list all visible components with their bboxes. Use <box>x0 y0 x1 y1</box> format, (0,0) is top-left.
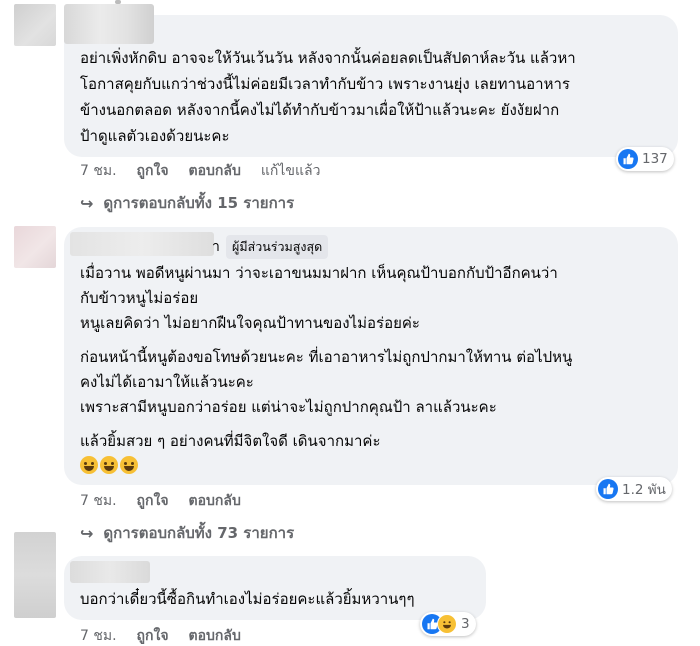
view-replies-label: ดูการตอบกลับทั้ง 15 รายการ <box>103 194 295 212</box>
comment-actions: 7 ชม. ถูกใจ ตอบกลับ <box>80 625 261 646</box>
comment-actions: 7 ชม. ถูกใจ ตอบกลับ แก้ไขแล้ว <box>80 160 340 182</box>
commenter-name-blurred[interactable] <box>70 232 214 256</box>
like-icon <box>598 479 618 499</box>
commenter-name-tail[interactable]: า <box>212 236 220 258</box>
avatar[interactable] <box>14 4 56 46</box>
avatar[interactable] <box>14 532 56 618</box>
reaction-summary[interactable]: 1.2 พัน <box>596 477 672 501</box>
emoji-row <box>80 456 140 478</box>
commenter-name-blurred[interactable] <box>70 561 150 583</box>
reply-arrow-icon: ↪ <box>80 523 94 543</box>
view-replies-label: ดูการตอบกลับทั้ง 73 รายการ <box>103 524 295 542</box>
grinning-face-icon <box>80 456 98 474</box>
comment-text-line: ข้างนอกตลอด หลังจากนี้คงไม่ได้ทำกับข้าวม… <box>80 101 560 119</box>
comment-text-line: โอกาสคุยกับแกว่าช่วงนี้ไม่ค่อยมีเวลาทำกั… <box>80 75 570 93</box>
reply-button[interactable]: ตอบกลับ <box>189 160 241 182</box>
view-replies-link[interactable]: ↪ ดูการตอบกลับทั้ง 15 รายการ <box>80 191 294 215</box>
grinning-face-icon <box>120 456 138 474</box>
reaction-count: 1.2 พัน <box>622 482 666 498</box>
reaction-summary[interactable]: 3 <box>420 612 476 636</box>
reaction-count: 137 <box>642 151 668 167</box>
like-button[interactable]: ถูกใจ <box>137 160 169 182</box>
comment-actions: 7 ชม. ถูกใจ ตอบกลับ <box>80 490 261 512</box>
reaction-count: 3 <box>461 616 470 632</box>
like-button[interactable]: ถูกใจ <box>137 490 169 512</box>
like-button[interactable]: ถูกใจ <box>137 625 169 646</box>
comment-text-line: ป้าดูแลตัวเองด้วยนะคะ <box>80 127 230 145</box>
comment-text-line: คงไม่ได้เอามาให้แล้วนะคะ <box>80 373 254 391</box>
grinning-face-icon <box>100 456 118 474</box>
reply-arrow-icon: ↪ <box>80 193 94 213</box>
comment-text-line: บอกว่าเดี๋ยวนี้ซื้อกินทำเองไม่อร่อยคะแล้… <box>80 590 415 608</box>
comment-text-line: แล้วยิ้มสวย ๆ อย่างคนที่มีจิตใจดี เดินจา… <box>80 432 381 450</box>
commenter-name-blurred[interactable] <box>64 4 154 44</box>
comment-text-line: เมื่อวาน พอดีหนูผ่านมา ว่าจะเอาขนมมาฝาก … <box>80 264 558 282</box>
comment-time[interactable]: 7 ชม. <box>80 160 117 182</box>
view-replies-link[interactable]: ↪ ดูการตอบกลับทั้ง 73 รายการ <box>80 521 294 545</box>
reply-button[interactable]: ตอบกลับ <box>189 625 241 646</box>
comment-time[interactable]: 7 ชม. <box>80 625 117 646</box>
comment-text-line: ก่อนหน้านี้หนูต้องขอโทษด้วยนะคะ ที่เอาอา… <box>80 348 573 366</box>
like-icon <box>618 149 638 169</box>
comment-text-line: อย่าเพิ่งหักดิบ อาจจะให้วันเว้นวัน หลังจ… <box>80 49 576 67</box>
comment-text-line: กับข้าวหนูไม่อร่อย <box>80 289 199 307</box>
reply-button[interactable]: ตอบกลับ <box>189 490 241 512</box>
top-fan-badge[interactable]: ผู้มีส่วนร่วมสูงสุด <box>226 235 329 259</box>
comment-text-line: เพราะสามีหนูบอกว่าอร่อย แต่น่าจะไม่ถูกปา… <box>80 398 497 416</box>
comment-time[interactable]: 7 ชม. <box>80 490 117 512</box>
comment-text-line: หนูเลยคิดว่า ไม่อยากฝืนใจคุณป้าทานของไม่… <box>80 314 420 332</box>
avatar[interactable] <box>14 226 56 268</box>
reaction-summary[interactable]: 137 <box>616 147 674 171</box>
haha-icon <box>437 614 457 634</box>
edited-label[interactable]: แก้ไขแล้ว <box>261 160 321 182</box>
